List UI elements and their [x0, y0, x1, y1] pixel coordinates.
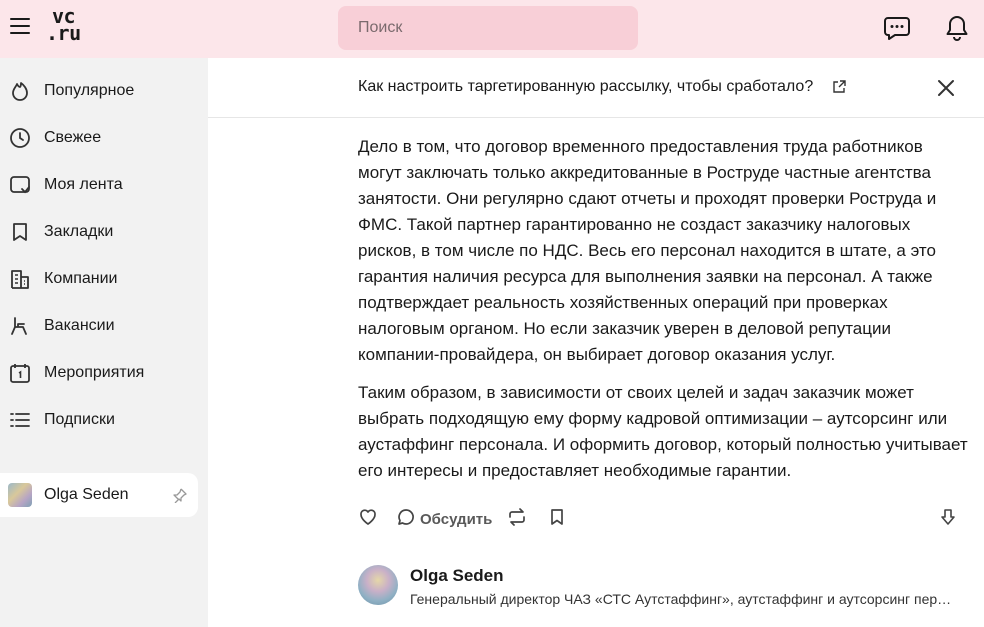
sidebar-item-label: Моя лента: [44, 176, 123, 193]
messages-icon[interactable]: [882, 13, 912, 43]
bookmark-icon: [547, 507, 567, 532]
sidebar-item-companies[interactable]: Компании: [0, 259, 208, 299]
search-input[interactable]: [338, 6, 638, 50]
feed-icon: [8, 173, 32, 197]
logo-text-ru: .ru: [46, 21, 81, 45]
sidebar-item-label: Вакансии: [44, 317, 115, 334]
sidebar-item-subscriptions[interactable]: Подписки: [0, 400, 208, 440]
article-paragraph: Дело в том, что договор временного предо…: [358, 137, 937, 364]
heart-icon: [358, 507, 378, 532]
author-description: Генеральный директор ЧАЗ «СТС Аутстаффин…: [410, 591, 958, 607]
sidebar-item-popular[interactable]: Популярное: [0, 71, 208, 111]
author-name[interactable]: Olga Seden: [410, 566, 504, 586]
download-button[interactable]: [938, 507, 958, 531]
sidebar-item-label: Свежее: [44, 129, 102, 146]
bookmark-icon: [8, 220, 32, 244]
sidebar-item-bookmarks[interactable]: Закладки: [0, 212, 208, 252]
sidebar-item-label: Подписки: [44, 411, 115, 428]
close-icon[interactable]: [934, 76, 958, 100]
sidebar-item-fresh[interactable]: Свежее: [0, 118, 208, 158]
subscription-label: Olga Seden: [44, 486, 129, 503]
sidebar-item-events[interactable]: Мероприятия: [0, 353, 208, 393]
article-body: Дело в том, что договор временного предо…: [358, 134, 968, 496]
calendar-icon: [8, 361, 32, 385]
site-logo[interactable]: vc .ru: [46, 6, 86, 48]
sidebar: Популярное Свежее Моя лента Закладки Ком…: [0, 58, 208, 627]
sidebar-subscription-olga-seden[interactable]: Olga Seden: [0, 473, 198, 517]
external-link-icon[interactable]: [832, 80, 848, 96]
repost-button[interactable]: [506, 507, 528, 531]
top-header: vc .ru: [0, 0, 984, 58]
sidebar-item-my-feed[interactable]: Моя лента: [0, 165, 208, 205]
flame-icon: [8, 79, 32, 103]
article-title-link[interactable]: Как настроить таргетированную рассылку, …: [358, 78, 813, 96]
clock-icon: [8, 126, 32, 150]
author-block: Olga Seden Генеральный директор ЧАЗ «СТС…: [358, 565, 968, 609]
bookmark-button[interactable]: [547, 507, 567, 531]
article-actions: Обсудить: [358, 507, 958, 531]
comment-icon: [396, 507, 416, 532]
sidebar-item-label: Популярное: [44, 82, 135, 99]
list-icon: [8, 408, 32, 432]
repost-icon: [506, 507, 528, 532]
avatar: [8, 483, 32, 507]
sidebar-item-label: Закладки: [44, 223, 114, 240]
notifications-icon[interactable]: [942, 13, 972, 43]
sidebar-item-label: Компании: [44, 270, 118, 287]
menu-icon[interactable]: [10, 18, 30, 38]
avatar[interactable]: [358, 565, 398, 605]
article-paragraph: Таким образом, в зависимости от своих це…: [358, 383, 968, 480]
sidebar-item-label: Мероприятия: [44, 364, 145, 381]
article-topbar: Как настроить таргетированную рассылку, …: [208, 58, 984, 118]
discuss-label: Обсудить: [420, 510, 493, 528]
chair-icon: [8, 314, 32, 338]
arrow-down-icon: [938, 507, 958, 532]
pin-icon[interactable]: [170, 485, 190, 505]
discuss-button[interactable]: Обсудить: [396, 507, 492, 531]
sidebar-item-vacancies[interactable]: Вакансии: [0, 306, 208, 346]
like-button[interactable]: [358, 507, 378, 531]
building-icon: [8, 267, 32, 291]
